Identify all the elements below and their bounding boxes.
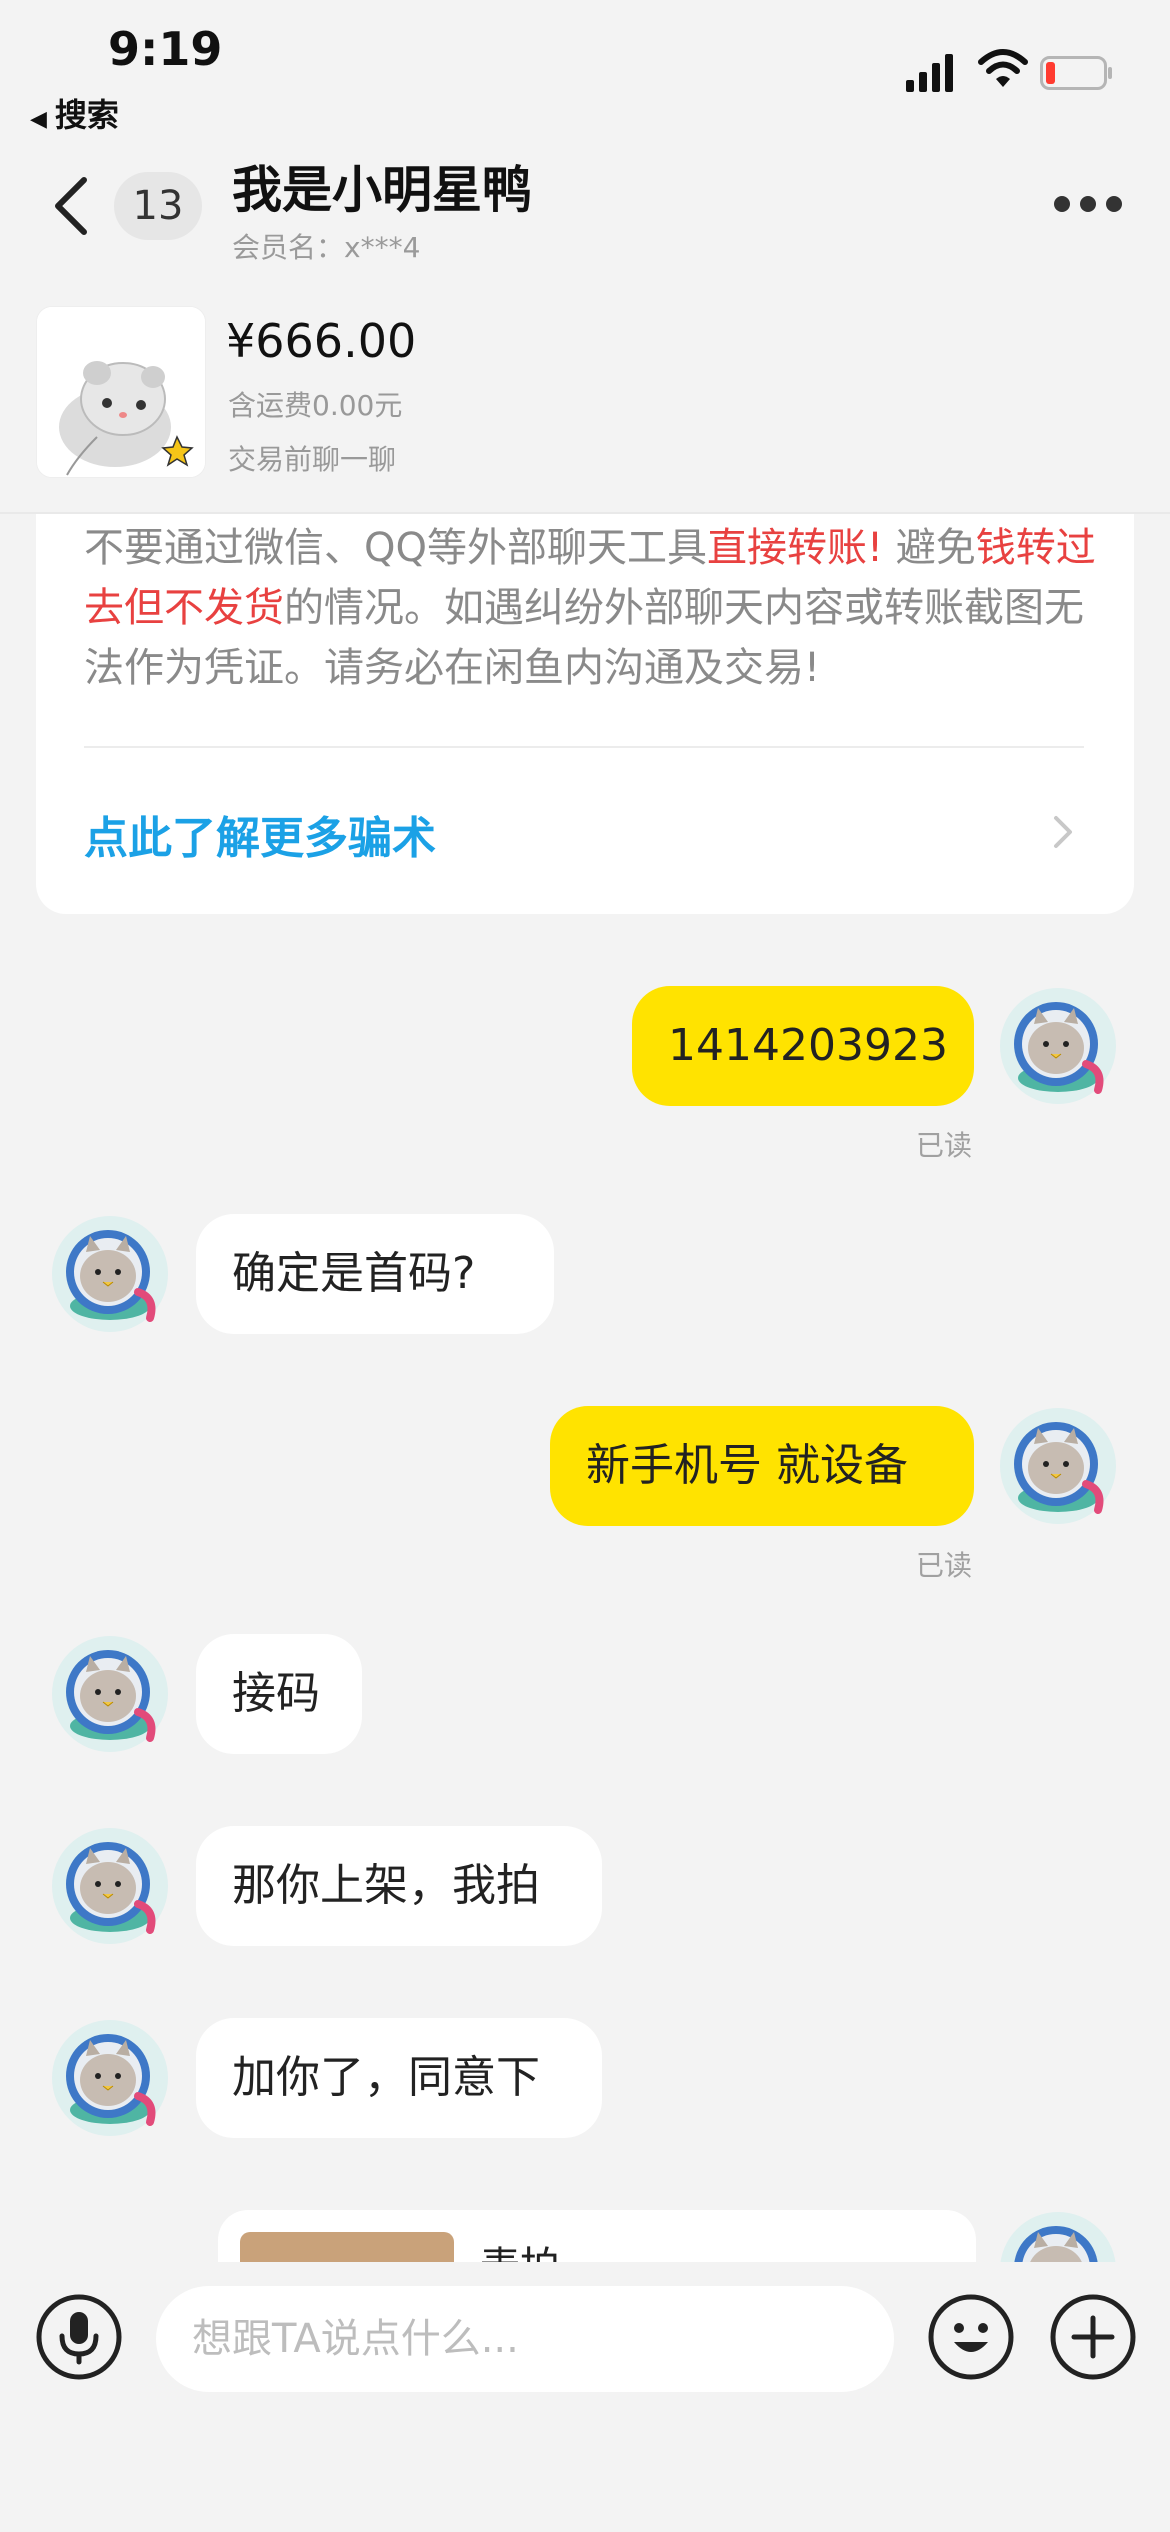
my-avatar[interactable] <box>998 1406 1118 1526</box>
message-bubble-in[interactable]: 加你了，同意下 <box>196 2018 602 2138</box>
signal-icon <box>906 54 953 92</box>
message-bubble-in[interactable]: 接码 <box>196 1634 362 1754</box>
warning-segment: 避免 <box>883 525 976 571</box>
member-name-label: 会员名：x***4 <box>232 231 421 264</box>
plus-icon[interactable] <box>1050 2294 1136 2380</box>
more-options-button[interactable] <box>1054 196 1124 216</box>
product-thumbnail[interactable] <box>36 306 206 478</box>
warning-text: 不要通过微信、QQ等外部聊天工具直接转账! 避免钱转过去但不发货的情况。如遇纠纷… <box>84 518 1114 698</box>
unread-count-badge: 13 <box>114 172 202 240</box>
partner-avatar[interactable] <box>50 2018 170 2138</box>
warning-segment: 不要通过微信、QQ等外部聊天工具 <box>84 525 707 571</box>
hamster-image <box>37 307 205 477</box>
shipping-fee-label: 含运费0.00元 <box>228 389 403 422</box>
learn-more-scams-link[interactable]: 点此了解更多骗术 <box>84 802 436 866</box>
partner-avatar[interactable] <box>50 1214 170 1334</box>
my-avatar[interactable] <box>998 986 1118 1106</box>
warning-divider <box>84 746 1084 748</box>
read-status: 已读 <box>916 1129 973 1162</box>
read-status: 已读 <box>916 1549 973 1582</box>
my-avatar[interactable] <box>998 2210 1118 2262</box>
partner-avatar[interactable] <box>50 1826 170 1946</box>
product-price: ¥666.00 <box>226 314 417 368</box>
chat-before-trade-label: 交易前聊一聊 <box>228 443 397 476</box>
fraud-warning-card: 不要通过微信、QQ等外部聊天工具直接转账! 避免钱转过去但不发货的情况。如遇纠纷… <box>36 514 1134 914</box>
back-app-label: 搜索 <box>54 96 119 134</box>
more-dot <box>1054 196 1070 212</box>
battery-icon <box>1040 56 1112 90</box>
warning-highlight: 直接转账! <box>706 525 884 571</box>
chevron-right-icon[interactable] <box>1048 810 1078 854</box>
more-dot <box>1080 196 1096 212</box>
message-input[interactable] <box>156 2286 894 2392</box>
back-button[interactable] <box>46 170 98 242</box>
message-bubble-out[interactable]: 1414203923 <box>632 986 974 1106</box>
message-bubble-in[interactable]: 确定是首码? <box>196 1214 554 1334</box>
shared-item-card[interactable]: 麦拍 <box>218 2210 976 2270</box>
message-bubble-in[interactable]: 那你上架，我拍 <box>196 1826 602 1946</box>
partner-avatar[interactable] <box>50 1634 170 1754</box>
message-input-bar <box>0 2262 1170 2532</box>
microphone-icon[interactable] <box>36 2294 122 2380</box>
wifi-icon <box>978 49 1028 87</box>
status-time: 9:19 <box>108 22 223 76</box>
chat-partner-name: 我是小明星鸭 <box>232 161 532 219</box>
emoji-icon[interactable] <box>928 2294 1014 2380</box>
back-triangle-icon: ◀ <box>30 107 47 132</box>
back-to-app-button[interactable]: ◀ 搜索 <box>30 90 119 136</box>
more-dot <box>1106 196 1122 212</box>
message-bubble-out[interactable]: 新手机号 就设备 <box>550 1406 974 1526</box>
